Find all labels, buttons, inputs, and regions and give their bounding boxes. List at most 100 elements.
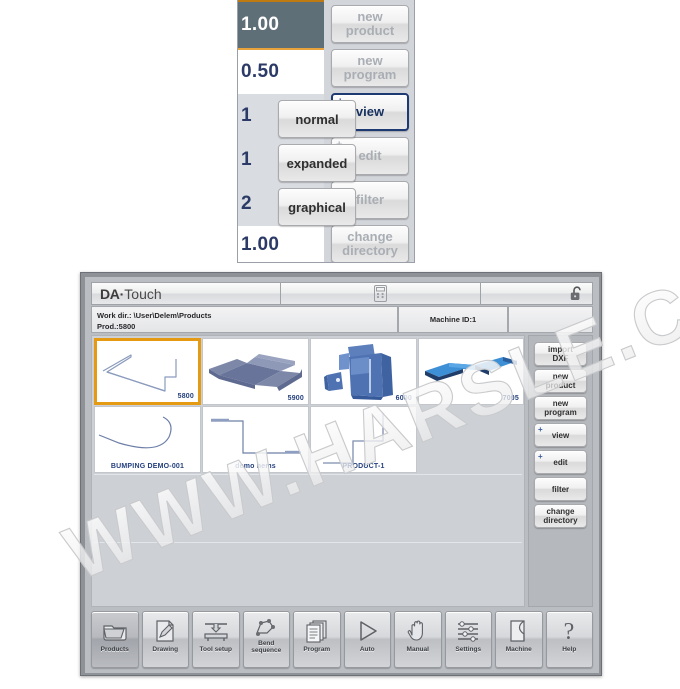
value-row-0[interactable]: 1.00 (238, 0, 324, 50)
nav-products[interactable]: Products (91, 611, 139, 668)
nav-bend-sequence[interactable]: Bend sequence (242, 611, 290, 668)
question-mark-icon: ? (559, 616, 579, 646)
info-spacer (508, 306, 593, 333)
product-thumbnail-bumping-demo-001[interactable]: BUMPING DEMO-001 (94, 406, 201, 473)
product-thumbnail-5900[interactable]: 5900 (202, 338, 309, 405)
product-grid-panel[interactable]: 5800 5900 6000 7005 BUMPING DEMO-001 dem… (91, 335, 525, 607)
unlocked-padlock-icon-svg (570, 286, 581, 300)
panel-edit-label: edit (358, 148, 382, 163)
panel-new-product-button[interactable]: new product (331, 5, 409, 43)
product-grid: 5800 5900 6000 7005 BUMPING DEMO-001 dem… (94, 338, 524, 604)
panel-new-program-button[interactable]: new program (331, 49, 409, 87)
view-button[interactable]: + view (534, 423, 587, 447)
new-program-line2: program (544, 408, 577, 417)
import-dxf-line1: import (548, 345, 573, 354)
app-logo: DA · Touch (91, 282, 281, 305)
product-label: BUMPING DEMO-001 (110, 463, 185, 470)
product-thumbnail-7005[interactable]: 7005 (418, 338, 524, 405)
new-product-button[interactable]: new product (534, 369, 587, 393)
window-inner: DA · Touch Work dir.: \User\Delem\Produc… (85, 277, 599, 673)
sliders-list-icon (456, 616, 480, 646)
panel-filter-label: filter (355, 192, 385, 207)
edit-label: edit (553, 457, 568, 467)
nav-auto-label: Auto (359, 646, 375, 653)
hand-icon (407, 616, 429, 646)
nav-help[interactable]: ? Help (545, 611, 593, 668)
nav-bend-sequence-label: Bend sequence (251, 640, 282, 654)
nav-auto[interactable]: Auto (343, 611, 391, 668)
product-label: 5800 (177, 393, 194, 400)
nav-manual[interactable]: Manual (394, 611, 442, 668)
product-label: 5900 (287, 395, 304, 402)
panel-change-directory-button[interactable]: change directory (331, 225, 409, 262)
nav-program[interactable]: Program (293, 611, 341, 668)
view-label: view (551, 430, 570, 440)
panel-expanded-button[interactable]: expanded (278, 144, 356, 182)
product-label: PRODUCT-1 (342, 463, 385, 470)
product-thumbnail-demo-hems[interactable]: demo hems (202, 406, 309, 473)
detail-settings-panel: 1.00 0.50 1 1 2 1.00 new product new pro… (237, 0, 415, 263)
pencil-page-icon (153, 616, 177, 646)
nav-manual-label: Manual (406, 646, 429, 653)
work-dir-text: Work dir.: \User\Delem\Products (97, 311, 212, 320)
panel-view-label: view (355, 104, 385, 119)
folder-icon (102, 616, 128, 646)
numeric-keypad-icon-svg (374, 285, 387, 302)
panel-graphical-label: graphical (288, 199, 346, 215)
content-area: 5800 5900 6000 7005 BUMPING DEMO-001 dem… (91, 335, 593, 607)
bottom-navigation-bar: Products Drawing Tool setup Bend sequenc… (91, 611, 593, 668)
change-dir-line1: change (546, 507, 575, 516)
numeric-keypad-icon[interactable] (281, 282, 481, 305)
change-directory-button[interactable]: change directory (534, 504, 587, 528)
titlebar: DA · Touch (91, 282, 593, 305)
new-program-line1: new (552, 399, 569, 408)
new-product-line2: product (545, 381, 576, 390)
nav-tool-setup[interactable]: Tool setup (192, 611, 240, 668)
work-dir-info: Work dir.: \User\Delem\Products Prod.:58… (91, 306, 398, 333)
nav-program-label: Program (303, 646, 331, 653)
edit-button[interactable]: + edit (534, 450, 587, 474)
info-bar: Work dir.: \User\Delem\Products Prod.:58… (91, 306, 593, 333)
nav-settings-label: Settings (455, 646, 482, 653)
pages-stack-icon (305, 616, 329, 646)
filter-label: filter (551, 484, 570, 494)
nav-settings[interactable]: Settings (444, 611, 492, 668)
panel-normal-button[interactable]: normal (278, 100, 356, 138)
nav-drawing[interactable]: Drawing (141, 611, 189, 668)
product-thumbnail-5800[interactable]: 5800 (94, 338, 201, 405)
panel-new-program-line2: program (343, 67, 397, 82)
panel-change-dir-line2: directory (342, 243, 398, 258)
value-row-5[interactable]: 1.00 (238, 226, 324, 262)
value-row-1[interactable]: 0.50 (238, 50, 324, 94)
machine-id-info: Machine ID:1 (398, 306, 508, 333)
unlocked-padlock-icon[interactable] (481, 282, 593, 305)
nav-machine[interactable]: Machine (495, 611, 543, 668)
nav-help-label: Help (562, 646, 577, 653)
da-touch-application-window: DA · Touch Work dir.: \User\Delem\Produc… (80, 272, 602, 676)
product-thumbnail-6000[interactable]: 6000 (310, 338, 417, 405)
product-label: demo hems (235, 463, 276, 470)
new-program-button[interactable]: new program (534, 396, 587, 420)
play-triangle-icon (355, 616, 379, 646)
plus-icon: + (538, 425, 543, 434)
brand-touch: Touch (124, 285, 162, 302)
machine-id-text: Machine ID:1 (429, 315, 477, 324)
brand-da: DA (100, 285, 120, 302)
product-thumbnail-product-1[interactable]: PRODUCT-1 (310, 406, 417, 473)
bend-sequence-icon (253, 616, 279, 640)
panel-normal-label: normal (295, 111, 339, 127)
panel-change-dir-line1: change (347, 229, 393, 244)
product-label: 6000 (395, 395, 412, 402)
panel-expanded-label: expanded (286, 155, 348, 171)
machine-page-icon (508, 616, 530, 646)
nav-machine-label: Machine (505, 646, 532, 653)
panel-new-product-line2: product (345, 23, 395, 38)
nav-tool-setup-label: Tool setup (199, 646, 232, 653)
nav-products-label: Products (100, 646, 129, 653)
panel-new-product-line1: new (357, 9, 383, 24)
panel-graphical-button[interactable]: graphical (278, 188, 356, 226)
filter-button[interactable]: filter (534, 477, 587, 501)
import-dxf-button[interactable]: import DXF (534, 342, 587, 366)
product-label: 7005 (502, 395, 519, 402)
press-tool-icon (202, 616, 230, 646)
